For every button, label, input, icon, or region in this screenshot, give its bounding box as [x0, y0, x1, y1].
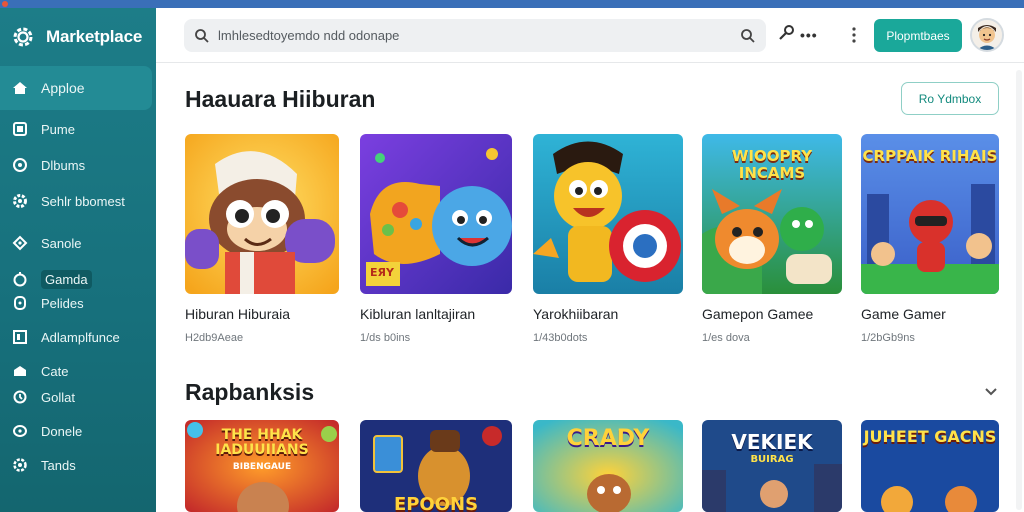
card-thumbnail: THE HHAK IADUUIIANS BIBENGAUE	[185, 420, 339, 512]
card-badge: EЯY	[370, 266, 394, 279]
sidebar-item-label: Pume	[41, 121, 75, 137]
section-title: Haauara Hiiburan	[185, 86, 376, 112]
sidebar-item-label: Sehlr bbomest	[41, 193, 125, 209]
card-subtitle: 1/2bGb9ns	[861, 332, 915, 344]
brand[interactable]: Marketplace	[12, 24, 142, 50]
sidebar-item-donele[interactable]: Donele	[0, 420, 156, 442]
card-art-title: CRPPAIK RIHAIS	[862, 147, 998, 165]
view-all-button[interactable]: Ro Ydmbox	[901, 82, 999, 115]
sidebar-item-pume[interactable]: Pume	[0, 118, 156, 140]
key-icon[interactable]	[778, 24, 796, 47]
sidebar-item-pelides[interactable]: Pelides	[0, 292, 156, 314]
card-subtitle: H2db9Aeae	[185, 332, 244, 344]
card-thumbnail: EPOONS	[360, 420, 512, 512]
card-thumbnail: EЯY	[360, 134, 512, 294]
gear-icon	[12, 26, 34, 48]
sidebar-item-sanole[interactable]: Sanole	[0, 232, 156, 254]
card-title: Gamepon Gamee	[702, 306, 814, 322]
card-art-title: WIOOPRY INCAMS	[731, 147, 813, 182]
card-art-title: VEKIEK	[731, 430, 813, 454]
card-art-title: EPOONS	[393, 494, 479, 512]
card-thumbnail: WIOOPRY INCAMS	[702, 134, 842, 294]
sidebar-item-gollat[interactable]: Gollat	[0, 386, 156, 408]
more-icon[interactable]: •••	[800, 27, 818, 43]
home-icon	[12, 80, 28, 96]
sidebar: Marketplace Apploe Pume Dlbums Sehlr bbo…	[0, 8, 156, 512]
header-tools: •••	[778, 24, 818, 46]
kebab-icon[interactable]	[848, 24, 860, 46]
brand-label: Marketplace	[46, 27, 143, 46]
sidebar-item-label: Dlbums	[41, 157, 86, 173]
card-thumbnail: CRPPAIK RIHAIS	[861, 134, 999, 294]
bookmark-icon	[12, 121, 28, 137]
sidebar-item-label: Sanole	[41, 235, 82, 251]
card-art-title: JUHEET GACNS	[863, 427, 997, 446]
card-thumbnail: VEKIEK BUIRAG	[702, 420, 842, 512]
card-art-title: THE HHAK IADUUIIANS	[215, 427, 309, 458]
sidebar-item-label: Apploe	[41, 80, 85, 96]
sidebar-item-gamda[interactable]: Gamda	[0, 268, 156, 290]
folder-icon	[12, 363, 28, 379]
sidebar-item-label: Gollat	[41, 389, 75, 405]
chevron-down-icon[interactable]	[982, 382, 1000, 400]
sidebar-item-label: Adlamplfunce	[41, 329, 120, 345]
sidebar-item-apploe[interactable]: Apploe	[0, 66, 152, 110]
gamepad-icon	[12, 271, 28, 287]
compass-icon	[12, 157, 28, 173]
card-subtitle: 1/es dova	[702, 332, 750, 344]
card-title: Hiburan Hiburaia	[185, 306, 291, 322]
card-thumbnail	[185, 134, 339, 294]
avatar[interactable]	[970, 18, 1004, 52]
sidebar-item-sehlr-bbomest[interactable]: Sehlr bbomest	[0, 190, 156, 212]
card-title: Game Gamer	[861, 306, 946, 322]
cta-button[interactable]: Plopmtbaes	[874, 19, 962, 52]
scrollbar[interactable]	[1016, 70, 1022, 510]
search-icon	[194, 28, 210, 44]
sidebar-item-label: Tands	[41, 457, 76, 473]
sidebar-item-dlbums[interactable]: Dlbums	[0, 154, 156, 176]
card-title: Kibluran lanltajiran	[360, 306, 476, 322]
gear-icon	[12, 193, 28, 209]
card-title: Yarokhiibaran	[533, 306, 619, 322]
sidebar-item-adlamplfunce[interactable]: Adlamplfunce	[0, 326, 156, 348]
card-subtitle: 1/43b0dots	[533, 332, 588, 344]
card-thumbnail	[533, 134, 683, 294]
search-input[interactable]: lmhlesedtoyemdo ndd odonape	[218, 28, 740, 43]
card-art-subtitle: BIBENGAUE	[232, 462, 292, 472]
header-divider	[156, 62, 1024, 63]
card-thumbnail: CRADY	[533, 420, 683, 512]
search-submit-icon[interactable]	[740, 28, 756, 44]
sidebar-item-label: Gamda	[41, 269, 92, 289]
section-title: Rapbanksis	[185, 379, 315, 405]
grid-icon	[12, 329, 28, 345]
sidebar-item-label: Cate	[41, 363, 69, 379]
window-top-strip	[0, 0, 1024, 8]
clock-icon	[12, 295, 28, 311]
search-bar[interactable]: lmhlesedtoyemdo ndd odonape	[184, 19, 766, 52]
sidebar-item-label: Pelides	[41, 295, 84, 311]
settings-icon	[12, 457, 28, 473]
card-art-title: CRADY	[566, 426, 650, 451]
card-thumbnail: JUHEET GACNS	[861, 420, 999, 512]
sidebar-item-cate[interactable]: Cate	[0, 360, 156, 382]
window-close-dot[interactable]	[2, 1, 8, 7]
card-subtitle: 1/ds b0ins	[360, 332, 411, 344]
card-art-subtitle: BUIRAG	[750, 454, 794, 465]
globe-icon	[12, 423, 28, 439]
tag-icon	[12, 235, 28, 251]
sidebar-item-label: Donele	[41, 423, 83, 439]
refresh-icon	[12, 389, 28, 405]
sidebar-item-tands[interactable]: Tands	[0, 454, 156, 476]
